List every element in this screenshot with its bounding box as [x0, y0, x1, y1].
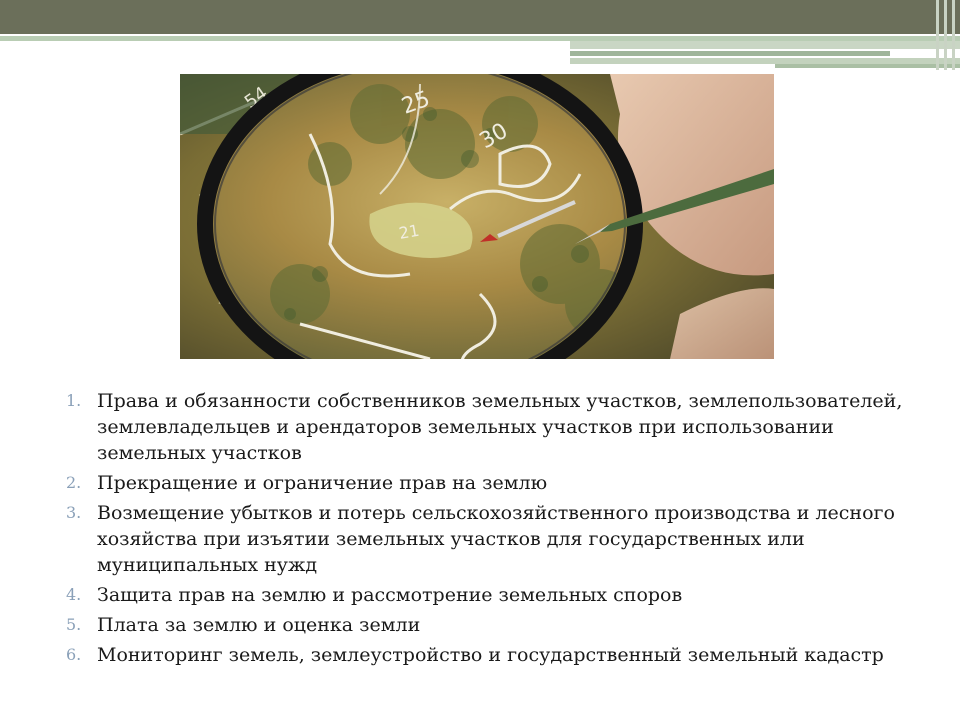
list-item-text: Прекращение и ограничение прав на землю — [97, 472, 548, 494]
decor-line — [570, 41, 960, 49]
list-item-text: Права и обязанности собственников земель… — [97, 390, 903, 464]
list-number: 2. — [66, 473, 82, 492]
list-item-text: Возмещение убытков и потерь сельскохозяй… — [97, 502, 895, 576]
decor-vertical-bar — [936, 0, 939, 70]
map-photo: 54 25 30 21 — [180, 74, 774, 359]
list-item: 4. Защита прав на землю и рассмотрение з… — [62, 582, 922, 608]
decor-vertical-bar — [944, 0, 947, 70]
list-item: 2. Прекращение и ограничение прав на зем… — [62, 470, 922, 496]
list-item: 1. Права и обязанности собственников зем… — [62, 388, 922, 466]
list-number: 1. — [66, 391, 82, 410]
list-item: 6. Мониторинг земель, землеустройство и … — [62, 642, 922, 668]
list-number: 5. — [66, 615, 82, 634]
list-item-text: Мониторинг земель, землеустройство и гос… — [97, 644, 884, 666]
list-item: 3. Возмещение убытков и потерь сельскохо… — [62, 500, 922, 578]
magnifier-map-illustration: 54 25 30 21 — [180, 74, 774, 359]
map-number-label: 21 — [397, 221, 420, 243]
header-band — [0, 0, 960, 34]
decor-vertical-bar — [952, 0, 955, 70]
decor-line — [775, 64, 960, 68]
list-item-text: Защита прав на землю и рассмотрение земе… — [97, 584, 683, 606]
list-item: 5. Плата за землю и оценка земли — [62, 612, 922, 638]
list-item-text: Плата за землю и оценка земли — [97, 614, 421, 636]
decor-line — [570, 51, 890, 56]
topics-list: 1. Права и обязанности собственников зем… — [62, 388, 922, 672]
list-number: 4. — [66, 585, 82, 604]
list-number: 6. — [66, 645, 82, 664]
list-number: 3. — [66, 503, 82, 522]
